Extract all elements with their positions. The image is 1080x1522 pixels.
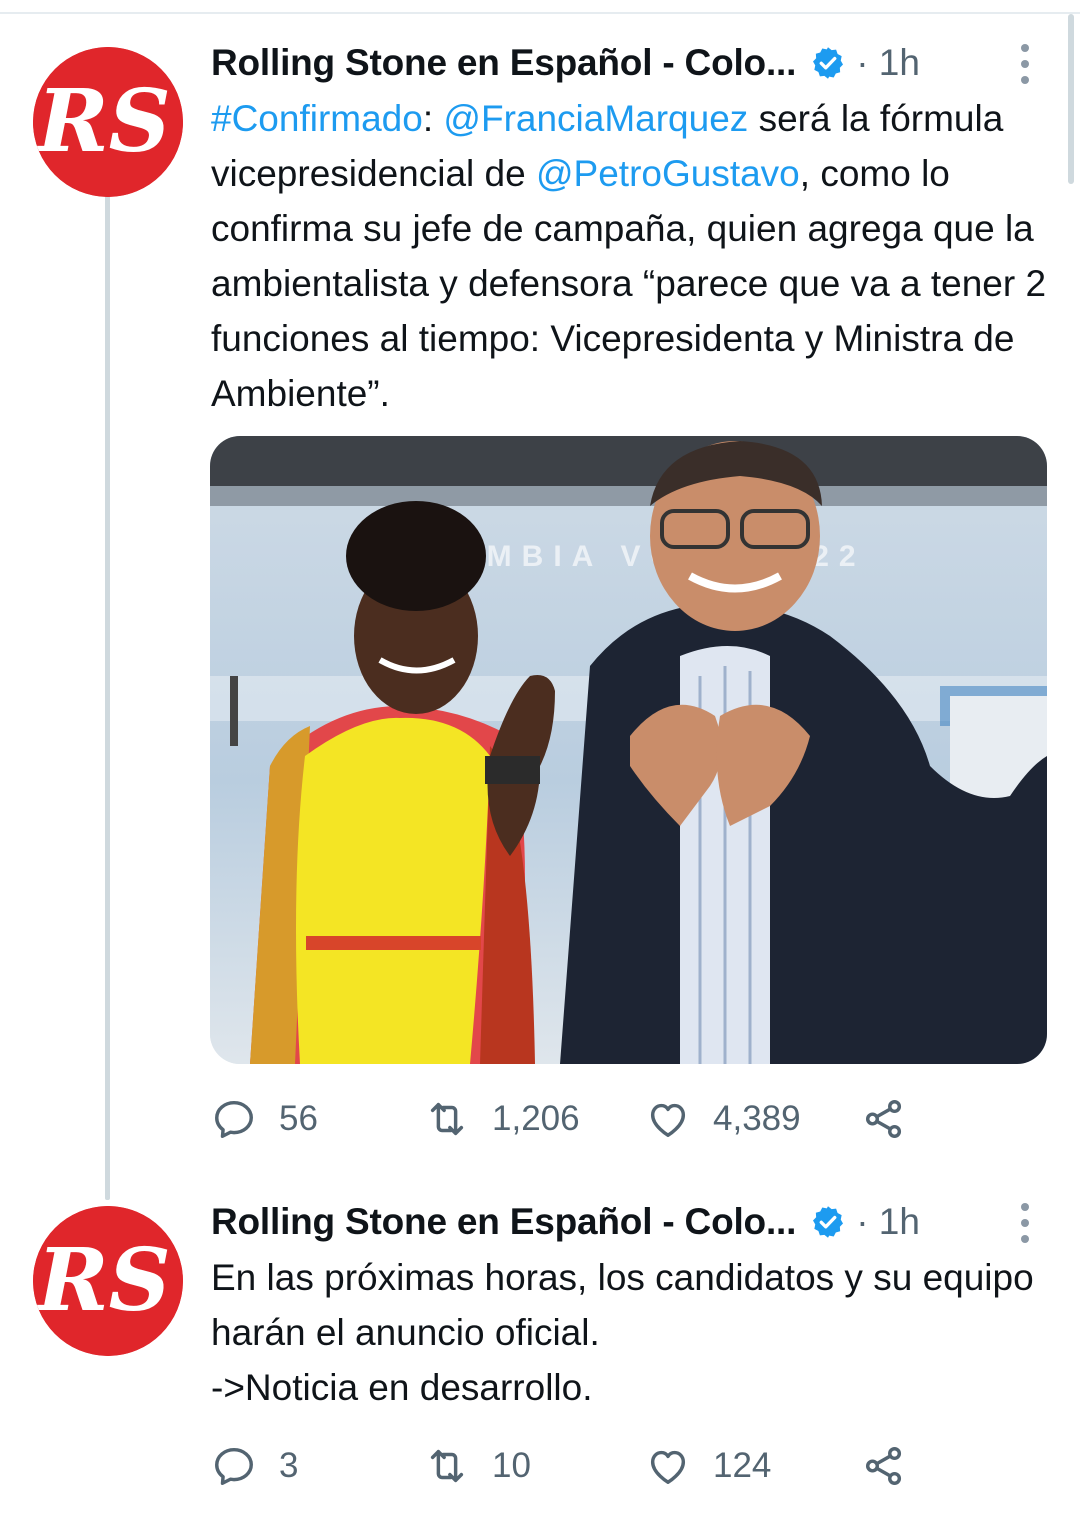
thread-connector-line [105,195,110,1200]
verified-badge-icon [813,47,844,79]
like-count: 4,389 [713,1099,801,1138]
more-options-icon[interactable] [1012,40,1038,90]
tweet-timestamp[interactable]: · 1h [856,42,920,84]
reply-icon [215,1100,253,1138]
like-button[interactable]: 124 [645,1441,771,1491]
like-icon [650,1450,686,1485]
tweet-text: #Confirmado: @FranciaMarquez será la fór… [211,91,1056,421]
reply-button[interactable]: 56 [211,1094,318,1144]
author-name[interactable]: Rolling Stone en Español - Colo... [211,1201,796,1243]
share-icon [865,1100,902,1138]
tweet-header: Rolling Stone en Español - Colo... · 1h [211,1197,920,1247]
tweet-actions: 3 10 124 [211,1441,931,1491]
retweet-icon [430,1449,464,1483]
rolling-stone-logo-icon: RS [33,47,183,197]
share-button[interactable] [861,1441,907,1491]
share-button[interactable] [861,1094,907,1144]
author-avatar[interactable]: RS [33,47,183,197]
verified-badge-icon [813,1206,844,1238]
reply-button[interactable]: 3 [211,1441,298,1491]
more-options-icon[interactable] [1012,1199,1038,1249]
svg-text:RS: RS [34,1230,171,1331]
tweet-text: En las próximas horas, los candidatos y … [211,1257,1034,1408]
reply-icon [215,1447,253,1485]
author-avatar[interactable]: RS [33,1206,183,1356]
text-span: : [422,98,444,139]
reply-count: 56 [279,1099,318,1138]
tweet-timestamp[interactable]: · 1h [856,1201,920,1243]
retweet-count: 10 [492,1446,531,1485]
like-button[interactable]: 4,389 [645,1094,801,1144]
rolling-stone-logo-icon: RS [33,1206,183,1356]
share-icon [865,1447,902,1485]
retweet-count: 1,206 [492,1099,580,1138]
tweet-actions: 56 1,206 4,389 [211,1094,931,1144]
svg-text:RS: RS [34,71,171,172]
retweet-button[interactable]: 1,206 [424,1094,580,1144]
retweet-icon [430,1102,464,1136]
author-name[interactable]: Rolling Stone en Español - Colo... [211,42,796,84]
reply-count: 3 [279,1446,299,1485]
tweet-photo[interactable]: COLOMBIA VOTA 2022 [210,436,1047,1064]
like-count: 124 [713,1446,772,1485]
photo-two-people-heart-gesture: COLOMBIA VOTA 2022 [210,436,1047,1064]
scrollbar[interactable] [1068,14,1074,184]
mention-link[interactable]: @FranciaMarquez [443,98,748,139]
mention-link[interactable]: @PetroGustavo [536,153,800,194]
tweet-header: Rolling Stone en Español - Colo... · 1h [211,38,920,88]
hashtag-link[interactable]: #Confirmado [211,98,423,139]
top-divider [0,0,1080,14]
like-icon [650,1103,686,1138]
retweet-button[interactable]: 10 [424,1441,531,1491]
